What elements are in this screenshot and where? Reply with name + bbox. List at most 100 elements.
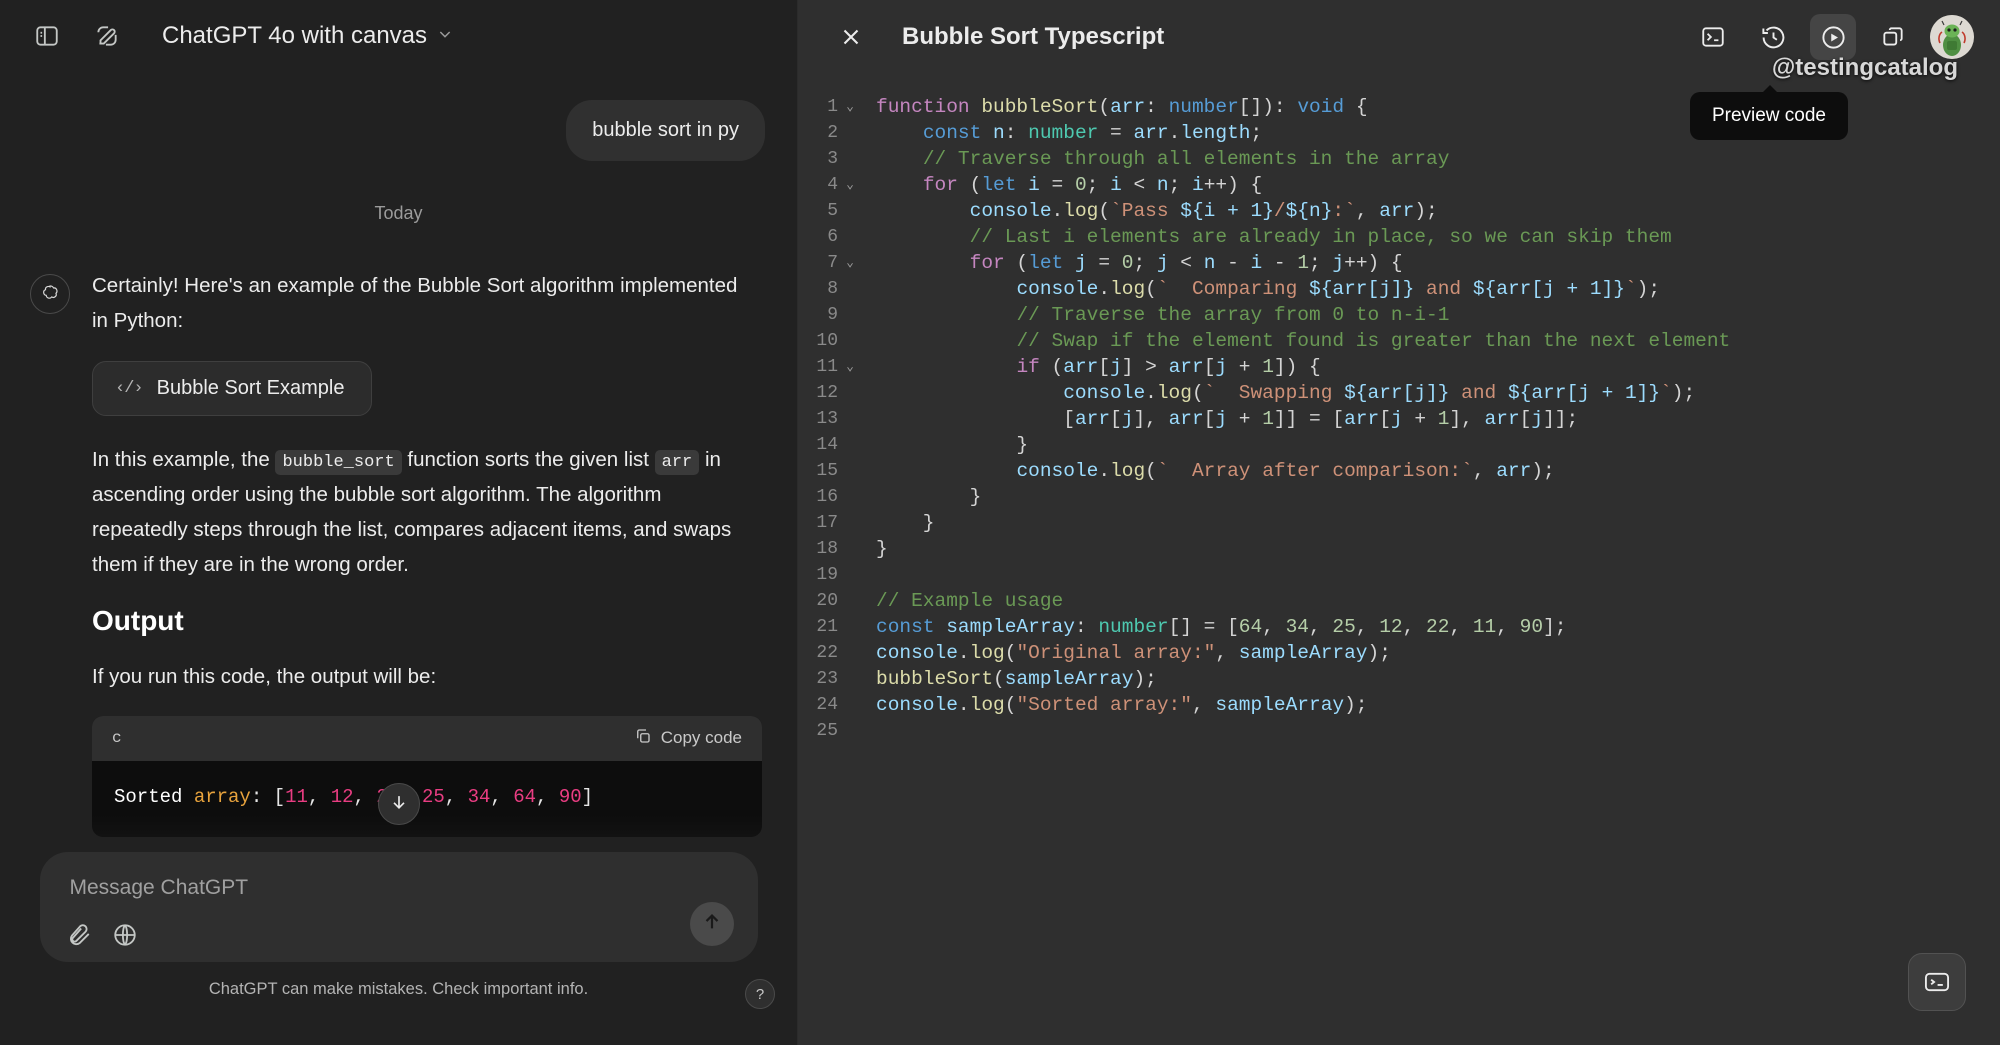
- model-selector[interactable]: ChatGPT 4o with canvas: [150, 16, 465, 56]
- code-token: ;: [1251, 122, 1263, 144]
- globe-icon[interactable]: [112, 922, 138, 948]
- code-token: .: [958, 694, 970, 716]
- code-token: log: [970, 694, 1005, 716]
- chevron-down-fold-icon[interactable]: ⌄: [838, 94, 862, 120]
- code-line[interactable]: 7⌄ for (let j = 0; j < n - i - 1; j++) {: [798, 250, 2000, 276]
- code-line[interactable]: 23bubbleSort(sampleArray);: [798, 666, 2000, 692]
- code-line[interactable]: 24console.log("Sorted array:", sampleArr…: [798, 692, 2000, 718]
- code-token: [876, 330, 1016, 352]
- code-token: :: [1005, 122, 1028, 144]
- terminal-prompt-icon[interactable]: [1908, 953, 1966, 1011]
- code-line[interactable]: 10 // Swap if the element found is great…: [798, 328, 2000, 354]
- code-token: log: [1157, 382, 1192, 404]
- message-input[interactable]: Message ChatGPT: [62, 872, 736, 922]
- copy-code-button[interactable]: Copy code: [634, 727, 742, 750]
- code-token: sampleArray: [1239, 642, 1368, 664]
- line-number: 18: [798, 536, 838, 562]
- code-line[interactable]: 11⌄ if (arr[j] > arr[j + 1]) {: [798, 354, 2000, 380]
- code-token: bubbleSort: [876, 668, 993, 690]
- code-token: ]];: [1543, 408, 1578, 430]
- code-token: .: [1145, 382, 1157, 404]
- code-token: for: [970, 252, 1005, 274]
- terminal-icon[interactable]: [1690, 14, 1736, 60]
- code-line[interactable]: 17 }: [798, 510, 2000, 536]
- code-line[interactable]: 8 console.log(` Comparing ${arr[j]} and …: [798, 276, 2000, 302]
- code-token: ;: [1133, 252, 1156, 274]
- code-token: for: [923, 174, 958, 196]
- code-token: }: [876, 538, 888, 560]
- line-number: 16: [798, 484, 838, 510]
- code-token: sampleArray: [1005, 668, 1134, 690]
- code-line[interactable]: 12 console.log(` Swapping ${arr[j]} and …: [798, 380, 2000, 406]
- assistant-message-row: Certainly! Here's an example of the Bubb…: [0, 224, 797, 837]
- copy-code-label: Copy code: [661, 728, 742, 748]
- line-number: 6: [798, 224, 838, 250]
- code-token: "Original array:": [1016, 642, 1215, 664]
- code-token: (: [1145, 278, 1157, 300]
- code-line[interactable]: 21const sampleArray: number[] = [64, 34,…: [798, 614, 2000, 640]
- code-token: [876, 200, 970, 222]
- code-token: 0: [1122, 252, 1134, 274]
- out-separator: ,: [445, 786, 468, 808]
- code-line[interactable]: 22console.log("Original array:", sampleA…: [798, 640, 2000, 666]
- code-line[interactable]: 16 }: [798, 484, 2000, 510]
- code-line[interactable]: 20// Example usage: [798, 588, 2000, 614]
- code-token: ] >: [1122, 356, 1169, 378]
- code-line[interactable]: 14 }: [798, 432, 2000, 458]
- code-line[interactable]: 5 console.log(`Pass ${i + 1}/${n}:`, arr…: [798, 198, 2000, 224]
- send-message-button[interactable]: [690, 902, 734, 946]
- code-line-text: function bubbleSort(arr: number[]): void…: [862, 94, 1368, 120]
- code-token: `: [1625, 278, 1637, 300]
- code-token: console: [1016, 460, 1098, 482]
- code-line[interactable]: 25: [798, 718, 2000, 744]
- code-token: j: [1157, 252, 1169, 274]
- chevron-down-fold-icon[interactable]: ⌄: [838, 354, 862, 380]
- copy-icon[interactable]: [1870, 14, 1916, 60]
- code-line[interactable]: 3 // Traverse through all elements in th…: [798, 146, 2000, 172]
- code-line-text: const sampleArray: number[] = [64, 34, 2…: [862, 614, 1566, 640]
- code-line-text: }: [862, 536, 888, 562]
- message-composer[interactable]: Message ChatGPT: [40, 852, 758, 962]
- code-line[interactable]: 18}: [798, 536, 2000, 562]
- line-number: 7: [798, 250, 838, 276]
- code-line[interactable]: 19: [798, 562, 2000, 588]
- code-line[interactable]: 9 // Traverse the array from 0 to n-i-1: [798, 302, 2000, 328]
- paperclip-icon[interactable]: [66, 922, 92, 948]
- code-token: j: [1075, 252, 1087, 274]
- code-token: );: [1637, 278, 1660, 300]
- out-separator: ,: [354, 786, 377, 808]
- chevron-down-fold-icon[interactable]: ⌄: [838, 172, 862, 198]
- code-editor[interactable]: 1⌄function bubbleSort(arr: number[]): vo…: [798, 74, 2000, 744]
- chevron-down-fold-icon[interactable]: ⌄: [838, 250, 862, 276]
- code-line-text: console.log(`Pass ${i + 1}/${n}:`, arr);: [862, 198, 1438, 224]
- code-token: arr: [1344, 408, 1379, 430]
- code-token: j: [1215, 356, 1227, 378]
- code-line[interactable]: 4⌄ for (let i = 0; i < n; i++) {: [798, 172, 2000, 198]
- user-avatar[interactable]: [1930, 15, 1974, 59]
- code-line[interactable]: 15 console.log(` Array after comparison:…: [798, 458, 2000, 484]
- line-number: 25: [798, 718, 838, 744]
- code-token: +: [1403, 408, 1438, 430]
- line-number: 22: [798, 640, 838, 666]
- code-token: ;: [1309, 252, 1332, 274]
- out-separator: ,: [308, 786, 331, 808]
- help-button[interactable]: ?: [745, 979, 775, 1009]
- code-token: [876, 382, 1063, 404]
- code-token: );: [1133, 668, 1156, 690]
- close-x-icon[interactable]: [828, 14, 874, 60]
- history-icon[interactable]: [1750, 14, 1796, 60]
- sidebar-panel-icon[interactable]: [26, 15, 68, 57]
- code-token: 1: [1438, 408, 1450, 430]
- code-line[interactable]: 13 [arr[j], arr[j + 1]] = [arr[j + 1], a…: [798, 406, 2000, 432]
- code-token: arr: [1169, 408, 1204, 430]
- scroll-to-bottom-button[interactable]: [378, 783, 420, 825]
- canvas-document-card[interactable]: ‹/› Bubble Sort Example: [92, 361, 372, 416]
- chatgpt-logo-icon: [30, 274, 70, 314]
- code-token: ];: [1543, 616, 1566, 638]
- code-token: // Traverse through all elements in the …: [923, 148, 1450, 170]
- line-number: 1: [798, 94, 838, 120]
- code-line[interactable]: 6 // Last i elements are already in plac…: [798, 224, 2000, 250]
- code-token: (: [1005, 642, 1017, 664]
- compose-pencil-icon[interactable]: [86, 15, 128, 57]
- play-circle-icon[interactable]: [1810, 14, 1856, 60]
